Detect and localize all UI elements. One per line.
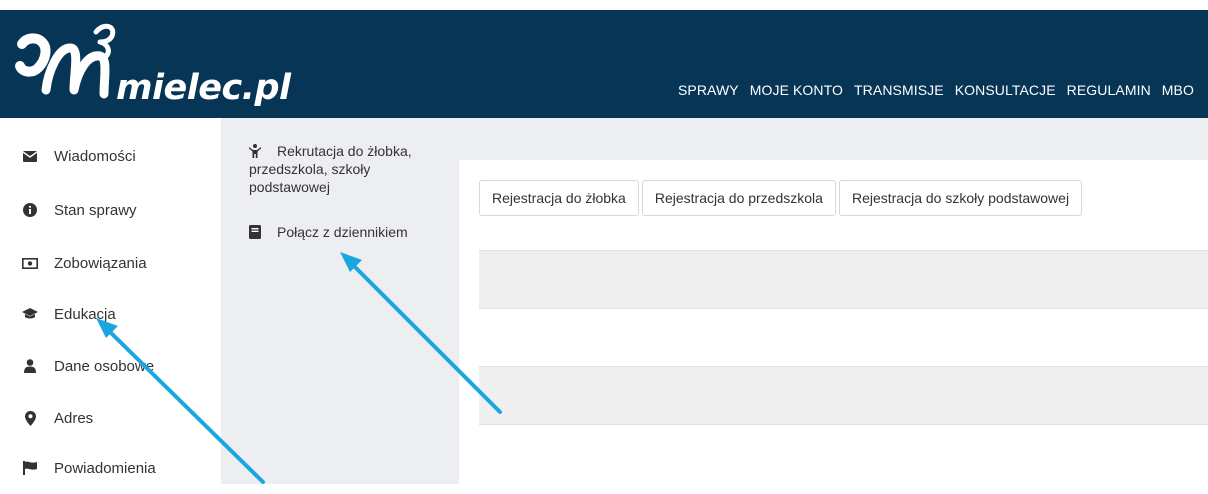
sidebar-item-label: Stan sprawy: [54, 201, 137, 219]
nav-transmisje[interactable]: TRANSMISJE: [854, 82, 944, 98]
tab-rejestracja-zlobek[interactable]: Rejestracja do żłobka: [479, 180, 639, 216]
submenu-item-label: Rekrutacja do żłobka, przedszkola, szkoł…: [249, 143, 412, 195]
envelope-icon: [22, 148, 38, 164]
nav-regulamin[interactable]: REGULAMIN: [1067, 82, 1151, 98]
graduation-cap-icon: [22, 306, 38, 322]
sidebar-item-edukacja[interactable]: Edukacja: [0, 288, 221, 340]
sidebar-item-powiadomienia[interactable]: Powiadomienia: [0, 442, 221, 494]
tab-rejestracja-szkola[interactable]: Rejestracja do szkoły podstawowej: [838, 180, 1083, 216]
info-circle-icon: [22, 202, 38, 218]
nav-konsultacje[interactable]: KONSULTACJE: [955, 82, 1056, 98]
sidebar-item-wiadomosci[interactable]: Wiadomości: [0, 130, 221, 182]
sidebar-item-dane-osobowe[interactable]: Dane osobowe: [0, 340, 221, 392]
sidebar-item-label: Zobowiązania: [54, 254, 147, 272]
submenu-item-label: Połącz z dziennikiem: [277, 224, 408, 240]
nav-sprawy[interactable]: SPRAWY: [678, 82, 739, 98]
sidebar: Wiadomości Stan sprawy Zobowiązania Eduk…: [0, 118, 221, 484]
education-submenu: Rekrutacja do żłobka, przedszkola, szkoł…: [221, 118, 459, 484]
table-row: [479, 309, 1208, 366]
sidebar-item-label: Wiadomości: [54, 147, 136, 165]
money-bill-icon: [22, 255, 38, 271]
content-top-gap: [459, 118, 1208, 160]
logo-mark-icon: [15, 23, 116, 99]
site-header: mielec.pl SPRAWY MOJE KONTO TRANSMISJE K…: [0, 10, 1208, 118]
nav-mbo[interactable]: MBO: [1162, 82, 1194, 98]
child-icon: [249, 144, 263, 158]
flag-icon: [22, 460, 38, 476]
user-icon: [22, 358, 38, 374]
sidebar-item-adres[interactable]: Adres: [0, 392, 221, 444]
map-marker-icon: [22, 410, 38, 426]
sidebar-item-zobowiazania[interactable]: Zobowiązania: [0, 237, 221, 289]
sidebar-item-label: Powiadomienia: [54, 459, 156, 477]
sidebar-item-label: Adres: [54, 409, 94, 427]
nav-moje-konto[interactable]: MOJE KONTO: [750, 82, 843, 98]
submenu-item-polacz-z-dziennikiem[interactable]: Połącz z dziennikiem: [249, 223, 419, 241]
site-logo[interactable]: mielec.pl: [8, 14, 291, 114]
sidebar-item-label: Dane osobowe: [54, 357, 155, 375]
book-icon: [249, 225, 263, 239]
sidebar-item-stan-sprawy[interactable]: Stan sprawy: [0, 184, 221, 236]
main-content: Rejestracja do żłobka Rejestracja do prz…: [459, 160, 1208, 484]
submenu-item-rekrutacja[interactable]: Rekrutacja do żłobka, przedszkola, szkoł…: [249, 142, 419, 196]
table-row: [479, 250, 1208, 309]
registration-tabs: Rejestracja do żłobka Rejestracja do prz…: [479, 180, 1085, 216]
main-nav: SPRAWY MOJE KONTO TRANSMISJE KONSULTACJE…: [667, 82, 1194, 98]
top-strip: [0, 0, 1208, 10]
sidebar-item-label: Edukacja: [54, 305, 116, 323]
logo-text: mielec.pl: [116, 68, 291, 108]
tab-rejestracja-przedszkole[interactable]: Rejestracja do przedszkola: [641, 180, 836, 216]
table-row: [479, 366, 1208, 425]
